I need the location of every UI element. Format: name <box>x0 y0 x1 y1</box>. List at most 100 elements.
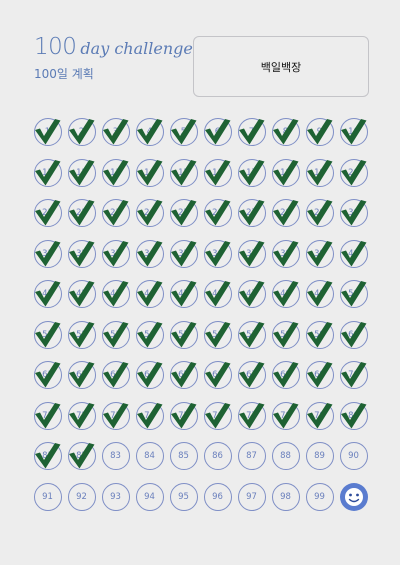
day-cell[interactable]: 79 <box>303 399 337 440</box>
day-cell[interactable]: 1 <box>31 115 65 156</box>
day-cell[interactable]: 43 <box>99 277 133 318</box>
day-cell[interactable]: 42 <box>65 277 99 318</box>
day-cell[interactable]: 94 <box>133 480 167 521</box>
day-cell[interactable]: 53 <box>99 318 133 359</box>
day-cell[interactable]: 45 <box>167 277 201 318</box>
day-cell[interactable]: 89 <box>303 439 337 480</box>
day-cell[interactable]: 15 <box>167 156 201 197</box>
day-cell[interactable]: 52 <box>65 318 99 359</box>
day-cell[interactable]: 72 <box>65 399 99 440</box>
day-cell[interactable]: 8 <box>269 115 303 156</box>
day-cell[interactable]: 56 <box>201 318 235 359</box>
day-cell[interactable]: 6 <box>201 115 235 156</box>
day-cell[interactable]: 44 <box>133 277 167 318</box>
day-cell[interactable]: 48 <box>269 277 303 318</box>
day-cell[interactable]: 4 <box>133 115 167 156</box>
day-cell[interactable]: 69 <box>303 358 337 399</box>
day-cell[interactable]: 40 <box>337 237 371 278</box>
day-cell[interactable]: 14 <box>133 156 167 197</box>
goal-box[interactable]: 백일백장 <box>193 36 369 97</box>
day-cell[interactable]: 66 <box>201 358 235 399</box>
smiley-face-icon[interactable] <box>339 482 368 511</box>
day-cell[interactable]: 16 <box>201 156 235 197</box>
day-cell[interactable]: 99 <box>303 480 337 521</box>
day-cell[interactable]: 19 <box>303 156 337 197</box>
day-cell[interactable]: 47 <box>235 277 269 318</box>
day-cell[interactable]: 10 <box>337 115 371 156</box>
day-cell[interactable]: 28 <box>269 196 303 237</box>
day-cell[interactable]: 57 <box>235 318 269 359</box>
day-cell[interactable]: 34 <box>133 237 167 278</box>
day-cell[interactable]: 50 <box>337 277 371 318</box>
day-cell[interactable]: 12 <box>65 156 99 197</box>
day-cell[interactable]: 46 <box>201 277 235 318</box>
day-cell[interactable]: 70 <box>337 358 371 399</box>
day-cell[interactable] <box>337 480 371 521</box>
day-cell[interactable]: 81 <box>31 439 65 480</box>
day-cell[interactable]: 25 <box>167 196 201 237</box>
day-cell[interactable]: 21 <box>31 196 65 237</box>
day-cell[interactable]: 38 <box>269 237 303 278</box>
day-cell[interactable]: 49 <box>303 277 337 318</box>
day-cell[interactable]: 58 <box>269 318 303 359</box>
day-cell[interactable]: 54 <box>133 318 167 359</box>
day-cell[interactable]: 17 <box>235 156 269 197</box>
day-cell[interactable]: 30 <box>337 196 371 237</box>
day-cell[interactable]: 2 <box>65 115 99 156</box>
day-cell[interactable]: 68 <box>269 358 303 399</box>
day-cell[interactable]: 31 <box>31 237 65 278</box>
day-cell[interactable]: 75 <box>167 399 201 440</box>
day-cell[interactable]: 33 <box>99 237 133 278</box>
day-cell[interactable]: 24 <box>133 196 167 237</box>
day-cell[interactable]: 7 <box>235 115 269 156</box>
day-cell[interactable]: 90 <box>337 439 371 480</box>
day-cell[interactable]: 71 <box>31 399 65 440</box>
day-cell[interactable]: 18 <box>269 156 303 197</box>
day-cell[interactable]: 67 <box>235 358 269 399</box>
day-cell[interactable]: 86 <box>201 439 235 480</box>
day-cell[interactable]: 82 <box>65 439 99 480</box>
day-cell[interactable]: 78 <box>269 399 303 440</box>
day-cell[interactable]: 32 <box>65 237 99 278</box>
day-cell[interactable]: 96 <box>201 480 235 521</box>
day-cell[interactable]: 64 <box>133 358 167 399</box>
day-cell[interactable]: 60 <box>337 318 371 359</box>
day-cell[interactable]: 13 <box>99 156 133 197</box>
day-cell[interactable]: 62 <box>65 358 99 399</box>
day-cell[interactable]: 29 <box>303 196 337 237</box>
day-cell[interactable]: 84 <box>133 439 167 480</box>
day-cell[interactable]: 85 <box>167 439 201 480</box>
day-cell[interactable]: 26 <box>201 196 235 237</box>
day-cell[interactable]: 77 <box>235 399 269 440</box>
day-cell[interactable]: 5 <box>167 115 201 156</box>
day-cell[interactable]: 92 <box>65 480 99 521</box>
day-cell[interactable]: 51 <box>31 318 65 359</box>
day-cell[interactable]: 80 <box>337 399 371 440</box>
day-cell[interactable]: 36 <box>201 237 235 278</box>
day-cell[interactable]: 91 <box>31 480 65 521</box>
day-cell[interactable]: 23 <box>99 196 133 237</box>
day-cell[interactable]: 61 <box>31 358 65 399</box>
day-cell[interactable]: 83 <box>99 439 133 480</box>
day-cell[interactable]: 97 <box>235 480 269 521</box>
day-cell[interactable]: 73 <box>99 399 133 440</box>
day-cell[interactable]: 41 <box>31 277 65 318</box>
day-cell[interactable]: 63 <box>99 358 133 399</box>
day-cell[interactable]: 76 <box>201 399 235 440</box>
day-cell[interactable]: 74 <box>133 399 167 440</box>
day-cell[interactable]: 11 <box>31 156 65 197</box>
day-cell[interactable]: 35 <box>167 237 201 278</box>
day-cell[interactable]: 9 <box>303 115 337 156</box>
day-cell[interactable]: 27 <box>235 196 269 237</box>
day-cell[interactable]: 59 <box>303 318 337 359</box>
day-cell[interactable]: 55 <box>167 318 201 359</box>
day-cell[interactable]: 98 <box>269 480 303 521</box>
day-cell[interactable]: 20 <box>337 156 371 197</box>
day-cell[interactable]: 39 <box>303 237 337 278</box>
day-cell[interactable]: 37 <box>235 237 269 278</box>
day-cell[interactable]: 65 <box>167 358 201 399</box>
day-cell[interactable]: 3 <box>99 115 133 156</box>
day-cell[interactable]: 88 <box>269 439 303 480</box>
day-cell[interactable]: 93 <box>99 480 133 521</box>
day-cell[interactable]: 87 <box>235 439 269 480</box>
